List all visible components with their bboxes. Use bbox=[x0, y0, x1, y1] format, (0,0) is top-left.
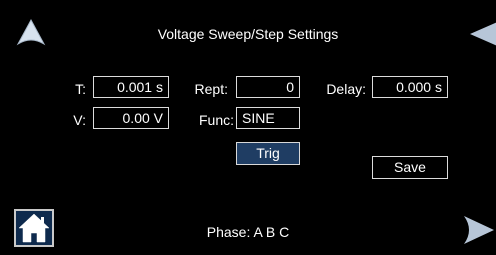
page-title: Voltage Sweep/Step Settings bbox=[157, 26, 339, 42]
arrow-right-icon bbox=[464, 216, 494, 244]
rept-field[interactable]: 0 bbox=[236, 76, 300, 98]
delay-field[interactable]: 0.000 s bbox=[372, 76, 448, 98]
v-field[interactable]: 0.00 V bbox=[93, 107, 169, 129]
t-field[interactable]: 0.001 s bbox=[93, 76, 169, 98]
rept-label: Rept: bbox=[194, 81, 228, 97]
func-label: Func: bbox=[198, 112, 234, 128]
save-button[interactable]: Save bbox=[372, 156, 448, 179]
func-field[interactable]: SINE bbox=[236, 107, 300, 129]
phase-status: Phase: A B C bbox=[206, 224, 290, 240]
trig-button[interactable]: Trig bbox=[236, 142, 300, 165]
t-label: T: bbox=[75, 81, 86, 97]
v-label: V: bbox=[73, 112, 86, 128]
next-arrow-button[interactable] bbox=[462, 212, 496, 248]
delay-label: Delay: bbox=[326, 81, 366, 97]
